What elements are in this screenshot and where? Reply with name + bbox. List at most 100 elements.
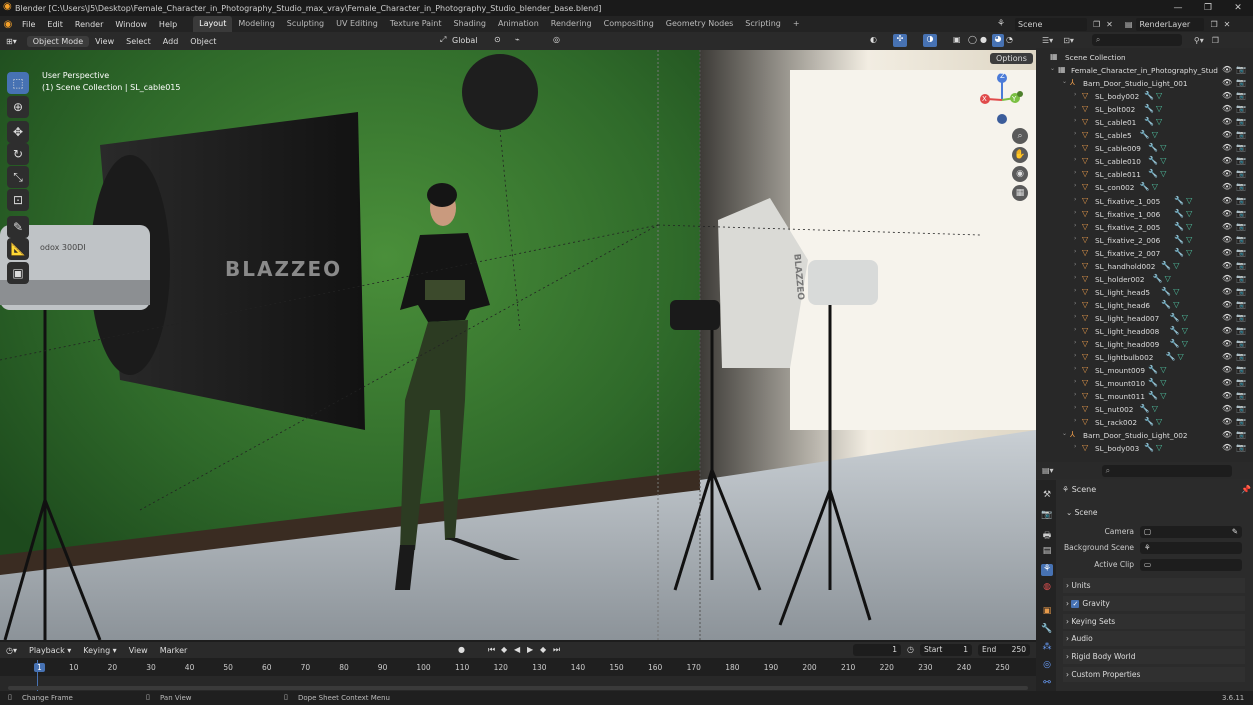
expand-toggle-icon[interactable]: ›	[1074, 104, 1076, 111]
outliner-item[interactable]: › ▽ SL_light_head5 🔧 ▽ 👁 📷	[1036, 287, 1253, 300]
keying-menu[interactable]: Keying ▾	[77, 646, 122, 655]
render-camera-icon[interactable]: 📷	[1236, 326, 1246, 335]
outliner-item[interactable]: › ▽ SL_cable01 🔧 ▽ 👁 📷	[1036, 117, 1253, 130]
render-camera-icon[interactable]: 📷	[1236, 78, 1246, 87]
expand-toggle-icon[interactable]: ⌄	[1062, 78, 1067, 85]
modifier-icon[interactable]: 🔧	[1161, 287, 1171, 296]
mesh-data-icon[interactable]: ▽	[1160, 378, 1166, 387]
visibility-eye-icon[interactable]: 👁	[1222, 352, 1232, 361]
xray-icon[interactable]: ▣	[953, 35, 961, 44]
modifier-icon[interactable]: 🔧	[1170, 313, 1180, 322]
expand-toggle-icon[interactable]: ›	[1074, 391, 1076, 398]
visibility-eye-icon[interactable]: 👁	[1222, 443, 1232, 452]
render-camera-icon[interactable]: 📷	[1236, 91, 1246, 100]
render-camera-icon[interactable]: 📷	[1236, 274, 1246, 283]
rigid-body-world-section[interactable]: › Rigid Body World	[1063, 649, 1245, 664]
visibility-eye-icon[interactable]: 👁	[1222, 430, 1232, 439]
render-camera-icon[interactable]: 📷	[1236, 443, 1246, 452]
render-camera-icon[interactable]: 📷	[1236, 391, 1246, 400]
filter-icon[interactable]: ⚲▾	[1194, 36, 1204, 45]
play-reverse-icon[interactable]: ◀	[514, 645, 520, 654]
mesh-data-icon[interactable]: ▽	[1186, 248, 1192, 257]
modifier-icon[interactable]: 🔧	[1166, 352, 1176, 361]
modifier-icon[interactable]: 🔧	[1144, 117, 1154, 126]
modifier-icon[interactable]: 🔧	[1174, 196, 1184, 205]
outliner-item[interactable]: › ▽ SL_holder002 🔧 ▽ 👁 📷	[1036, 274, 1253, 287]
outliner-item[interactable]: › ▽ SL_cable011 🔧 ▽ 👁 📷	[1036, 169, 1253, 182]
expand-toggle-icon[interactable]: ›	[1074, 287, 1076, 294]
camera-field[interactable]: ▢ ✎	[1140, 526, 1242, 538]
modifier-icon[interactable]: 🔧	[1148, 143, 1158, 152]
tab-layout[interactable]: Layout	[193, 16, 233, 32]
proportional-edit-icon[interactable]: ◎	[553, 35, 560, 44]
mesh-data-icon[interactable]: ▽	[1156, 104, 1162, 113]
preview-range-icon[interactable]: ◷	[907, 645, 914, 654]
mesh-data-icon[interactable]: ▽	[1152, 130, 1158, 139]
modifier-icon[interactable]: 🔧	[1161, 300, 1171, 309]
delete-scene-icon[interactable]: ✕	[1106, 20, 1113, 29]
render-camera-icon[interactable]: 📷	[1236, 417, 1246, 426]
visibility-eye-icon[interactable]: 👁	[1222, 169, 1232, 178]
menu-edit[interactable]: Edit	[41, 20, 69, 29]
move-tool-icon[interactable]: ✥	[7, 121, 29, 143]
outliner-item[interactable]: › ▽ SL_body002 🔧 ▽ 👁 📷	[1036, 91, 1253, 104]
snap-icon[interactable]: ⌁	[515, 35, 520, 44]
expand-toggle-icon[interactable]: ›	[1074, 352, 1076, 359]
outliner-search-input[interactable]: ⌕	[1091, 34, 1182, 46]
modifier-icon[interactable]: 🔧	[1140, 182, 1150, 191]
modifier-tab-icon[interactable]: 🔧	[1041, 624, 1053, 636]
zoom-icon[interactable]: ⌕	[1012, 128, 1028, 144]
visibility-eye-icon[interactable]: 👁	[1222, 209, 1232, 218]
mesh-data-icon[interactable]: ▽	[1156, 117, 1162, 126]
menu-add[interactable]: Add	[157, 37, 185, 46]
mesh-data-icon[interactable]: ▽	[1173, 261, 1179, 270]
visibility-eye-icon[interactable]: 👁	[1222, 235, 1232, 244]
visibility-eye-icon[interactable]: 👁	[1222, 326, 1232, 335]
mesh-data-icon[interactable]: ▽	[1186, 235, 1192, 244]
expand-toggle-icon[interactable]: ⌄	[1062, 430, 1067, 437]
expand-toggle-icon[interactable]: ›	[1074, 130, 1076, 137]
visibility-eye-icon[interactable]: 👁	[1222, 313, 1232, 322]
modifier-icon[interactable]: 🔧	[1148, 169, 1158, 178]
visibility-eye-icon[interactable]: 👁	[1222, 78, 1232, 87]
current-frame-field[interactable]: 1	[853, 644, 901, 656]
modifier-icon[interactable]: 🔧	[1148, 365, 1158, 374]
visibility-eye-icon[interactable]: 👁	[1222, 156, 1232, 165]
scene-section-header[interactable]: ⌄ Scene	[1063, 505, 1245, 520]
expand-toggle-icon[interactable]: ›	[1074, 156, 1076, 163]
rendered-shading-icon[interactable]: ◔	[1006, 35, 1013, 44]
outliner-item[interactable]: › ▽ SL_fixative_2_007 🔧 ▽ 👁 📷	[1036, 248, 1253, 261]
expand-toggle-icon[interactable]: ›	[1074, 222, 1076, 229]
render-camera-icon[interactable]: 📷	[1236, 235, 1246, 244]
wireframe-shading-icon[interactable]: ◯	[968, 35, 977, 44]
mesh-data-icon[interactable]: ▽	[1182, 326, 1188, 335]
keying-sets-section[interactable]: › Keying Sets	[1063, 614, 1245, 629]
audio-section[interactable]: › Audio	[1063, 631, 1245, 646]
mesh-data-icon[interactable]: ▽	[1165, 274, 1171, 283]
outliner-item[interactable]: › ▽ SL_light_head007 🔧 ▽ 👁 📷	[1036, 313, 1253, 326]
jump-start-icon[interactable]: ⏮	[488, 645, 495, 655]
render-camera-icon[interactable]: 📷	[1236, 352, 1246, 361]
select-box-tool-icon[interactable]: ⬚	[7, 72, 29, 94]
scale-tool-icon[interactable]: ⤡	[7, 166, 29, 188]
expand-toggle-icon[interactable]: ›	[1074, 143, 1076, 150]
modifier-icon[interactable]: 🔧	[1148, 391, 1158, 400]
outliner-item[interactable]: › ▽ SL_rack002 🔧 ▽ 👁 📷	[1036, 417, 1253, 430]
pivot-icon[interactable]: ⊙	[494, 35, 501, 44]
mesh-data-icon[interactable]: ▽	[1160, 169, 1166, 178]
modifier-icon[interactable]: 🔧	[1174, 248, 1184, 257]
camera-view-icon[interactable]: ◉	[1012, 166, 1028, 182]
visibility-eye-icon[interactable]: 👁	[1222, 104, 1232, 113]
modifier-icon[interactable]: 🔧	[1170, 339, 1180, 348]
mesh-data-icon[interactable]: ▽	[1173, 300, 1179, 309]
tab-geometry-nodes[interactable]: Geometry Nodes	[660, 16, 739, 32]
expand-toggle-icon[interactable]: ›	[1074, 365, 1076, 372]
visibility-eye-icon[interactable]: 👁	[1222, 378, 1232, 387]
render-camera-icon[interactable]: 📷	[1236, 365, 1246, 374]
cursor-tool-icon[interactable]: ⊕	[7, 96, 29, 118]
modifier-icon[interactable]: 🔧	[1153, 274, 1163, 283]
expand-toggle-icon[interactable]: ⌄	[1050, 65, 1055, 72]
options-dropdown[interactable]: Options	[990, 53, 1033, 64]
tab-uv-editing[interactable]: UV Editing	[330, 16, 384, 32]
modifier-icon[interactable]: 🔧	[1144, 104, 1154, 113]
